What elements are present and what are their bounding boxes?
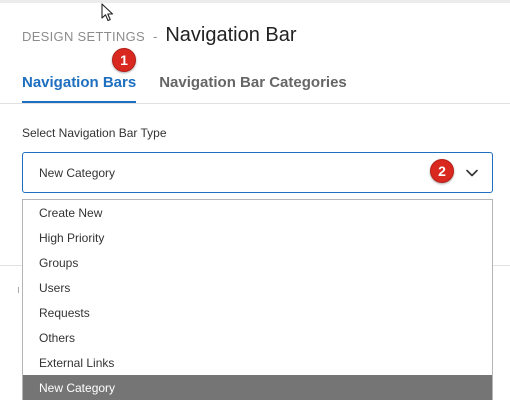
chevron-down-icon[interactable] [464,165,480,181]
mouse-pointer-icon [101,3,114,22]
background-divider [493,265,510,266]
page-header: DESIGN SETTINGS - Navigation Bar [22,24,297,47]
tab-bar: Navigation Bars Navigation Bar Categorie… [22,74,370,104]
tab-navigation-bar-categories[interactable]: Navigation Bar Categories [159,74,347,102]
dropdown-option-create-new[interactable]: Create New [23,200,492,225]
dropdown-option-groups[interactable]: Groups [23,250,492,275]
background-divider [0,265,22,266]
top-divider [0,0,510,3]
navigation-bar-type-label: Select Navigation Bar Type [22,126,167,140]
dropdown-option-external-links[interactable]: External Links [23,350,492,375]
select-value: New Category [39,165,116,180]
dropdown-option-new-category[interactable]: New Category [23,375,492,400]
dropdown-option-high-priority[interactable]: High Priority [23,225,492,250]
tab-navigation-bars[interactable]: Navigation Bars [22,74,137,104]
dropdown-option-requests[interactable]: Requests [23,300,492,325]
tab-divider [0,103,510,104]
step-badge-2: 2 [430,159,454,183]
dropdown-option-users[interactable]: Users [23,275,492,300]
breadcrumb[interactable]: DESIGN SETTINGS [22,29,145,44]
navigation-bar-type-dropdown: Create New High Priority Groups Users Re… [22,199,493,400]
step-badge-1: 1 [112,48,136,72]
background-mark [18,287,21,293]
breadcrumb-separator: - [152,29,158,44]
navigation-bar-type-select[interactable]: New Category [22,152,493,193]
dropdown-option-others[interactable]: Others [23,325,492,350]
page-title: Navigation Bar [165,24,297,46]
